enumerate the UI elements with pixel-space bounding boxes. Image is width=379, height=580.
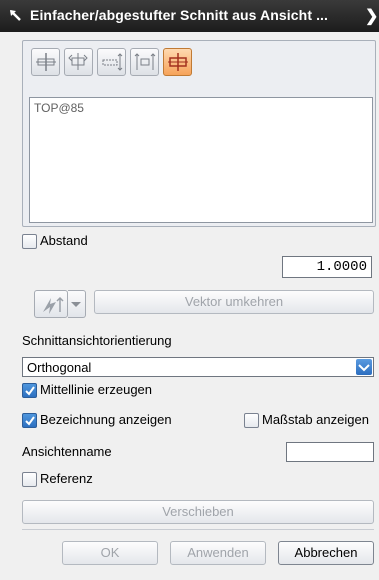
view-name-label: Ansichtenname xyxy=(22,444,112,459)
section-arrows-icon xyxy=(134,53,156,70)
apply-button[interactable]: Anwenden xyxy=(170,541,266,565)
stepped-section-tool-button[interactable] xyxy=(97,48,126,76)
reverse-vector-button[interactable]: Vektor umkehren xyxy=(94,290,374,314)
chevron-down-icon xyxy=(71,302,81,307)
show-scale-label: Maßstab anzeigen xyxy=(262,412,369,427)
vector-method-button[interactable] xyxy=(34,290,68,318)
checkmark-icon xyxy=(25,416,35,426)
show-scale-checkbox[interactable] xyxy=(244,413,259,428)
list-item[interactable]: TOP@85 xyxy=(34,101,368,115)
checkmark-icon xyxy=(25,386,35,396)
reference-label: Referenz xyxy=(40,471,93,486)
orientation-label: Schnittansichtorientierung xyxy=(22,333,172,348)
distance-label: Abstand xyxy=(40,233,88,248)
vector-dropdown-button[interactable] xyxy=(68,290,86,318)
hinge-line-icon xyxy=(68,53,88,70)
close-icon[interactable]: ❯ xyxy=(365,6,379,26)
hinge-line-tool-button[interactable] xyxy=(64,48,93,76)
title-bar[interactable]: Einfacher/abgestufter Schnitt aus Ansich… xyxy=(0,0,379,32)
pin-icon[interactable] xyxy=(8,8,24,24)
cut-position-icon xyxy=(168,53,188,71)
section-line-panel: TOP@85 xyxy=(22,40,376,227)
section-line-tool-button[interactable] xyxy=(31,48,60,76)
cut-position-tool-button[interactable] xyxy=(163,48,192,76)
cancel-button[interactable]: Abbrechen xyxy=(278,541,374,565)
section-line-icon xyxy=(36,53,56,71)
distance-checkbox[interactable] xyxy=(22,234,37,249)
section-arrows-tool-button[interactable] xyxy=(130,48,159,76)
stepped-section-icon xyxy=(102,53,123,71)
move-button[interactable]: Verschieben xyxy=(22,500,374,524)
lightning-vector-icon xyxy=(43,296,64,314)
section-view-dialog: Einfacher/abgestufter Schnitt aus Ansich… xyxy=(0,0,379,580)
centerline-checkbox[interactable] xyxy=(22,383,37,398)
show-label-checkbox[interactable] xyxy=(22,413,37,428)
footer-divider xyxy=(22,529,374,530)
ok-button[interactable]: OK xyxy=(62,541,158,565)
section-list[interactable]: TOP@85 xyxy=(29,97,373,223)
orientation-selected: Orthogonal xyxy=(27,360,92,375)
reference-checkbox[interactable] xyxy=(22,472,37,487)
show-label-label: Bezeichnung anzeigen xyxy=(40,412,172,427)
view-name-input[interactable] xyxy=(286,442,374,462)
chevron-down-icon[interactable] xyxy=(356,359,372,375)
orientation-select[interactable]: Orthogonal xyxy=(22,357,374,377)
distance-input[interactable]: 1.0000 xyxy=(282,256,372,278)
centerline-label: Mittellinie erzeugen xyxy=(40,382,153,397)
window-title: Einfacher/abgestufter Schnitt aus Ansich… xyxy=(30,7,329,23)
